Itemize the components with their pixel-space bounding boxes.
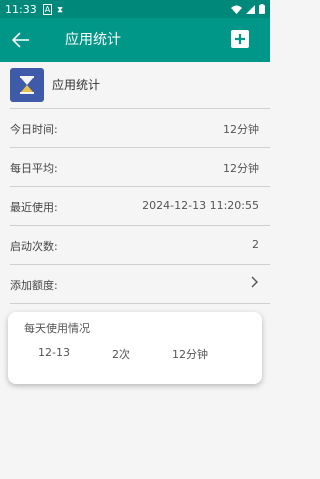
status-bar: 11:33 A ⧗	[0, 0, 270, 18]
hourglass-icon	[20, 76, 34, 94]
row-label: 启动次数:	[10, 240, 58, 253]
back-arrow-icon[interactable]	[9, 28, 33, 52]
page-title: 应用统计	[65, 32, 121, 48]
daily-usage-card: 每天使用情况 12-13 2次 12分钟	[8, 312, 262, 384]
row-value: 12分钟	[223, 162, 259, 175]
divider	[10, 303, 270, 304]
row-add-quota[interactable]: 添加额度:	[0, 265, 270, 303]
app-bar: 应用统计	[0, 18, 270, 62]
chevron-right-icon	[251, 276, 259, 292]
hourglass-app-icon	[10, 68, 44, 102]
usage-date: 12-13	[38, 346, 70, 359]
row-value: 2	[252, 238, 259, 251]
a-box-icon: A	[42, 3, 53, 15]
row-label: 最近使用:	[10, 201, 58, 214]
add-box-icon[interactable]	[228, 27, 252, 51]
usage-title: 每天使用情况	[24, 322, 90, 335]
row-launch-count: 启动次数: 2	[0, 226, 270, 264]
signal-icon	[246, 4, 255, 14]
app-name: 应用统计	[52, 78, 101, 92]
row-label: 添加额度:	[10, 279, 58, 292]
row-value: 12分钟	[223, 123, 259, 136]
app-header: 应用统计	[0, 62, 270, 108]
row-daily-average: 每日平均: 12分钟	[0, 148, 270, 186]
wifi-icon	[231, 5, 242, 14]
stats-content: 应用统计 今日时间: 12分钟 每日平均: 12分钟 最近使用: 2024-12…	[0, 62, 270, 304]
status-time: 11:33	[5, 2, 37, 16]
row-today-time: 今日时间: 12分钟	[0, 109, 270, 147]
usage-count: 2次	[112, 348, 130, 361]
row-last-used: 最近使用: 2024-12-13 11:20:55	[0, 187, 270, 225]
bluetooth-x-icon: ⧗	[57, 4, 63, 14]
battery-icon	[259, 4, 265, 14]
row-value: 2024-12-13 11:20:55	[142, 199, 259, 212]
usage-duration: 12分钟	[172, 348, 208, 361]
row-label: 今日时间:	[10, 123, 58, 136]
row-label: 每日平均:	[10, 162, 58, 175]
